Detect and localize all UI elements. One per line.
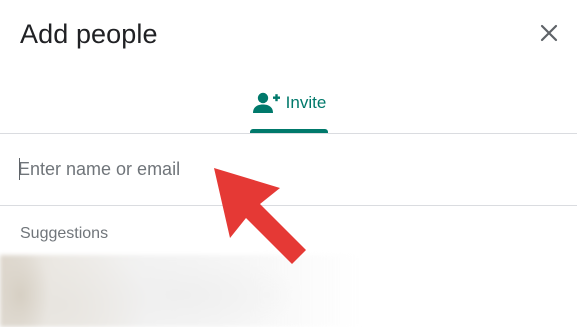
divider [0, 133, 577, 134]
search-input[interactable] [18, 152, 538, 186]
tab-invite[interactable]: Invite [250, 88, 328, 133]
suggestions-heading: Suggestions [20, 225, 109, 242]
add-people-dialog: Add people Invite Suggestions [0, 0, 577, 327]
close-button[interactable] [534, 18, 564, 48]
close-icon[interactable] [540, 24, 558, 42]
person-add-icon [252, 92, 280, 113]
text-cursor [19, 158, 20, 180]
tab-invite-label: Invite [285, 93, 327, 112]
dialog-title: Add people [20, 19, 158, 49]
divider [0, 205, 577, 206]
blurred-suggestion-item[interactable] [0, 255, 360, 327]
